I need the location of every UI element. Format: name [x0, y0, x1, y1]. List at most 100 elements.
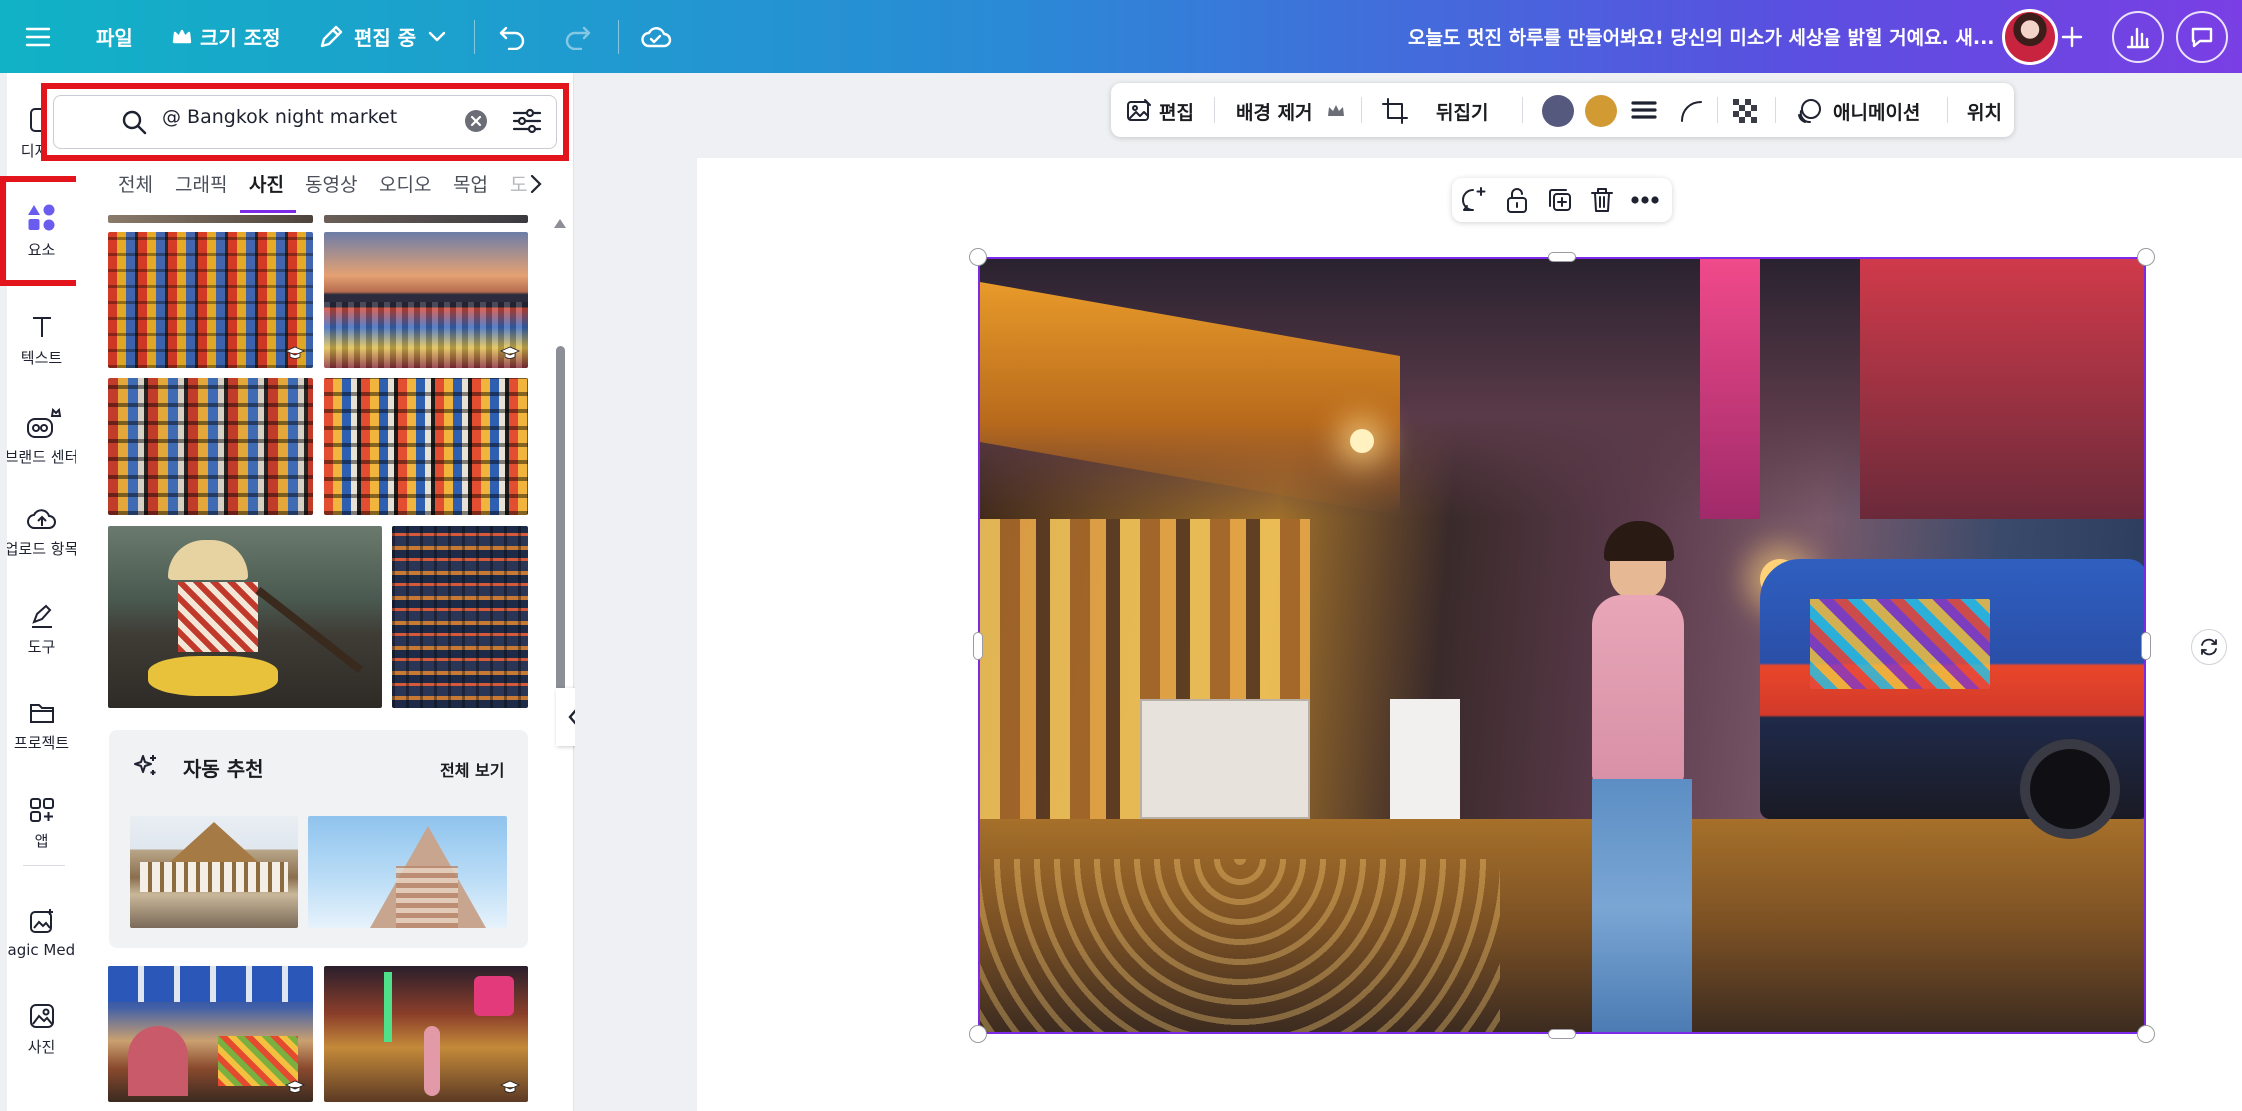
color-swatch-2[interactable] — [1585, 95, 1617, 127]
active-tab-indicator — [240, 210, 296, 213]
color-swatch-1[interactable] — [1542, 95, 1574, 127]
file-menu[interactable]: 파일 — [96, 0, 133, 73]
tab-graphics[interactable]: 그래픽 — [175, 170, 227, 197]
image-toolbar: 편집 배경 제거 뒤집기 애니메이션 위치 — [1111, 83, 2014, 137]
scrollbar-thumb[interactable] — [556, 346, 565, 736]
photo-thumbnail[interactable] — [108, 215, 313, 223]
resize-handle-bottom[interactable] — [1548, 1029, 1576, 1039]
photo-thumbnail[interactable] — [108, 232, 313, 368]
clear-search-icon[interactable] — [465, 110, 487, 132]
photo-thumbnail[interactable] — [108, 966, 313, 1102]
add-comment-icon[interactable] — [1460, 186, 1490, 214]
text-icon — [32, 316, 51, 337]
rail-label: 프로젝트 — [13, 733, 70, 752]
suggestion-thumbnail[interactable] — [308, 816, 507, 928]
tab-audio[interactable]: 오디오 — [379, 170, 431, 197]
rail-item-tools[interactable]: 도구 — [7, 581, 76, 677]
crop-icon[interactable] — [1381, 97, 1409, 125]
animation-button[interactable]: 애니메이션 — [1833, 98, 1920, 125]
resize-handle-bottom-left[interactable] — [969, 1025, 987, 1043]
rail-item-projects[interactable]: 프로젝트 — [7, 678, 76, 774]
rail-label: 도구 — [27, 637, 56, 656]
toolbar-divider — [1717, 97, 1718, 123]
brand-kit-icon — [26, 407, 61, 438]
rail-item-text[interactable]: 텍스트 — [7, 292, 76, 388]
crown-icon — [1328, 105, 1344, 116]
insights-button[interactable] — [2112, 11, 2164, 63]
rail-item-apps[interactable]: 앱 — [7, 775, 76, 871]
tab-photos[interactable]: 사진 — [249, 170, 284, 197]
bar-chart-icon — [2126, 27, 2150, 49]
photo-thumbnail[interactable] — [324, 232, 528, 368]
rail-item-uploads[interactable]: 업로드 항목 — [7, 484, 76, 580]
corner-rounding-icon[interactable] — [1678, 98, 1704, 124]
resize-handle-right[interactable] — [2141, 632, 2151, 660]
editing-label: 편집 중 — [354, 26, 417, 50]
edit-button[interactable]: 편집 — [1159, 98, 1194, 125]
toolbar-divider — [1522, 97, 1523, 123]
duplicate-icon[interactable] — [1546, 186, 1574, 214]
edit-image-icon — [1127, 99, 1151, 121]
chevron-down-icon — [428, 31, 446, 41]
tab-more[interactable]: 도 — [510, 170, 527, 197]
redo-icon[interactable] — [562, 0, 592, 73]
element-quick-actions — [1452, 178, 1672, 222]
rotate-button[interactable] — [2191, 629, 2227, 665]
filter-icon[interactable] — [510, 104, 544, 138]
photo-thumbnail[interactable] — [108, 378, 313, 515]
cloud-save-icon[interactable] — [640, 0, 672, 73]
resize-handle-top[interactable] — [1548, 252, 1576, 262]
sparkle-icon — [134, 755, 156, 775]
divider — [474, 20, 475, 54]
rail-item-photos[interactable]: 사진 — [7, 981, 76, 1077]
trash-icon[interactable] — [1589, 186, 1615, 214]
photo-thumbnail[interactable] — [324, 378, 528, 515]
photo-thumbnail[interactable] — [392, 526, 528, 708]
photo-thumbnail[interactable] — [324, 215, 528, 223]
see-all-link[interactable]: 전체 보기 — [440, 757, 504, 781]
menu-icon[interactable] — [24, 0, 52, 73]
editing-mode-button[interactable]: 편집 중 — [318, 0, 446, 73]
resize-handle-bottom-right[interactable] — [2137, 1025, 2155, 1043]
resize-button[interactable]: 크기 조정 — [172, 0, 281, 73]
bg-remove-button[interactable]: 배경 제거 — [1236, 98, 1313, 125]
resize-handle-top-left[interactable] — [969, 248, 987, 266]
rotate-icon — [2201, 638, 2217, 656]
tab-all[interactable]: 전체 — [118, 170, 153, 197]
flip-button[interactable]: 뒤집기 — [1436, 98, 1488, 125]
add-collaborator-icon[interactable] — [2058, 0, 2086, 73]
resize-handle-top-right[interactable] — [2137, 248, 2155, 266]
rail-label: 텍스트 — [20, 348, 63, 367]
more-options-icon[interactable] — [1630, 190, 1660, 210]
comment-button[interactable] — [2176, 11, 2228, 63]
lock-icon[interactable] — [1504, 186, 1530, 214]
photo-thumbnail[interactable] — [108, 526, 382, 708]
search-query[interactable]: @ Bangkok night market — [162, 106, 397, 128]
position-button[interactable]: 위치 — [1967, 98, 2002, 125]
avatar[interactable] — [2002, 9, 2058, 65]
tabs-scroll-right-icon[interactable] — [526, 170, 546, 198]
undo-icon[interactable] — [498, 0, 528, 73]
border-style-icon[interactable] — [1631, 98, 1657, 124]
tab-videos[interactable]: 동영상 — [305, 170, 357, 197]
premium-badge-icon — [500, 1080, 520, 1093]
photo-thumbnail[interactable] — [324, 966, 528, 1102]
transparency-icon[interactable] — [1731, 97, 1759, 125]
suggestion-thumbnail[interactable] — [130, 816, 298, 928]
design-title-message[interactable]: 오늘도 멋진 하루를 만들어봐요! 당신의 미소가 세상을 밝힐 거예요. 새.… — [1408, 0, 1995, 73]
tab-mockups[interactable]: 목업 — [453, 170, 488, 197]
scroll-up-icon[interactable] — [552, 216, 568, 230]
top-bar: 파일 크기 조정 편집 중 오늘도 멋진 하루를 만들어봐요! 당신의 미소가 … — [0, 0, 2242, 73]
rail-label: 업로드 항목 — [7, 539, 76, 558]
rail-item-elements[interactable]: 요소 — [0, 176, 83, 286]
rail-item-brand[interactable]: 브랜드 센터 — [7, 388, 76, 484]
resize-handle-left[interactable] — [973, 632, 983, 660]
rail-divider — [23, 865, 65, 866]
resize-label: 크기 조정 — [200, 26, 281, 50]
photo-icon — [29, 1003, 54, 1028]
shapes-icon — [27, 204, 54, 230]
toolbar-divider — [1214, 97, 1215, 123]
rail-item-magic-media[interactable]: Magic Media — [7, 885, 76, 981]
selected-photo-bangkok-night-market[interactable] — [978, 257, 2146, 1034]
crown-icon — [172, 29, 192, 43]
